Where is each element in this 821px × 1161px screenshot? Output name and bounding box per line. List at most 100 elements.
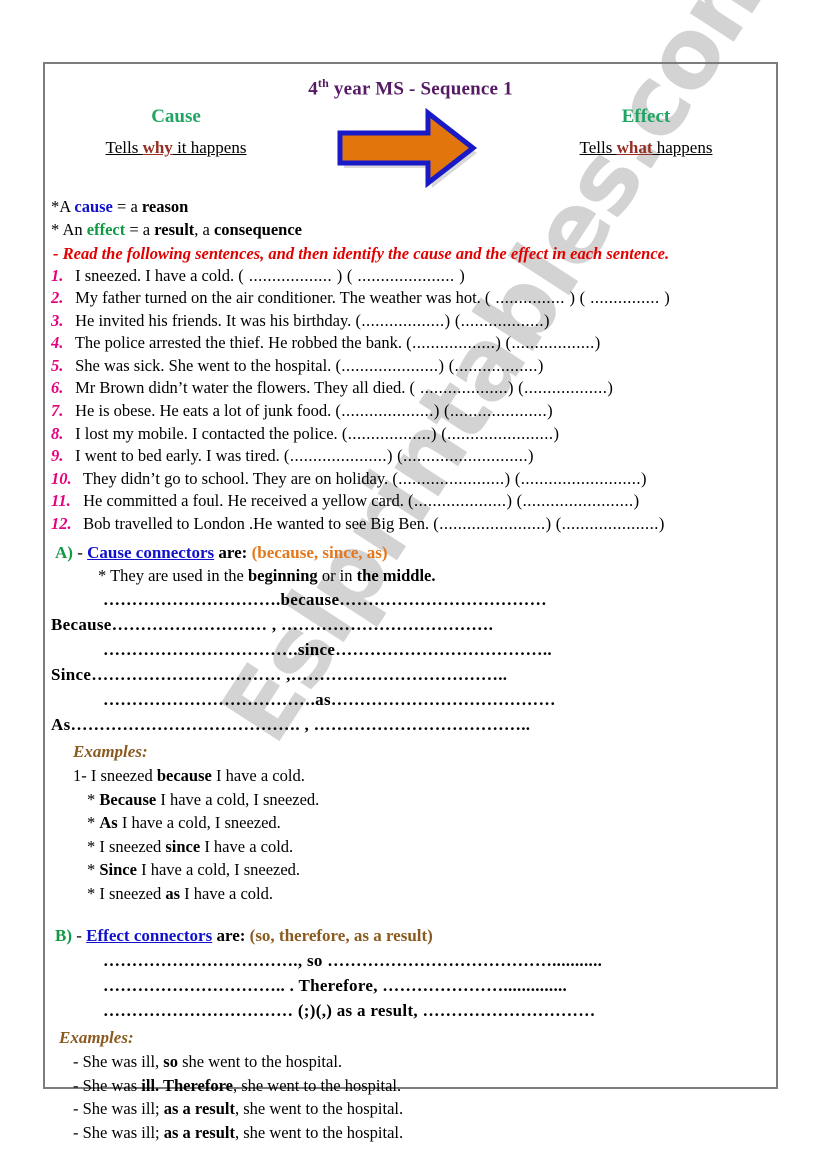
section-a-example: 1- I sneezed because I have a cold. [43, 764, 778, 788]
section-a-dash: - [72, 542, 88, 562]
section-a-usage: * They are used in the beginning or in t… [43, 565, 778, 588]
title-rest: year MS - Sequence 1 [328, 78, 513, 100]
section-a-blank-line[interactable]: Because……………………… , ………………………………. [43, 612, 778, 637]
section-b-blank-line[interactable]: …………………………… (;)(,) as a result, ……………………… [43, 998, 778, 1023]
example-connector: ill. Therefore [141, 1075, 233, 1095]
cause-heading: Cause [151, 106, 201, 128]
sentence-answer-blank-effect: (.....................) [555, 514, 665, 534]
example-pre: * [87, 789, 100, 809]
definition-effect-prefix: * An [51, 219, 87, 239]
example-connector: as [165, 883, 181, 903]
section-b-examples-label: Examples: [59, 1028, 134, 1048]
example-post: I have a cold. [180, 883, 274, 903]
example-post: , she went to the hospital. [234, 1122, 404, 1142]
sentence-answer-blank-cause: ( ...................) [409, 378, 514, 398]
example-post: she went to the hospital. [177, 1052, 343, 1072]
definition-effect-sep: , a [194, 219, 214, 239]
sentence-number: 4. [51, 333, 64, 353]
example-pre: - She was ill; [73, 1122, 164, 1142]
section-a-example: * As I have a cold, I sneezed. [43, 811, 778, 835]
effect-heading: Effect [621, 106, 671, 128]
cause-subtitle-pre: Tells [105, 138, 143, 158]
sentence-answer-blank-effect: (..................) [448, 355, 544, 375]
sentence-row: 1. I sneezed. I have a cold. ( .........… [43, 265, 778, 288]
section-a-example: * Because I have a cold, I sneezed. [43, 788, 778, 812]
effect-column: Effect Tells what happens [521, 104, 771, 161]
example-post: , she went to the hospital. [234, 1099, 404, 1119]
sentence-answer-blank-cause: (....................) [335, 401, 440, 421]
sentence-text: Mr Brown didn’t water the flowers. They … [71, 378, 406, 398]
sentence-text: He is obese. He eats a lot of junk food. [71, 401, 332, 421]
example-connector: as a result [163, 1122, 235, 1142]
definition-cause: *A cause = a reason [43, 196, 778, 219]
section-a-blank-line[interactable]: …………………………….since……………………………….. [43, 637, 778, 662]
sentence-text: The police arrested the thief. He robbed… [71, 333, 402, 353]
sentence-number: 1. [51, 265, 64, 285]
definition-cause-term: cause [74, 197, 113, 217]
sentence-text: My father turned on the air conditioner.… [71, 288, 481, 308]
example-post: I have a cold. [211, 766, 305, 786]
section-a-usage-mid: or in [317, 565, 357, 585]
sentence-row: 11. He committed a foul. He received a y… [43, 490, 778, 513]
example-connector: so [163, 1052, 178, 1072]
section-a-blank-line[interactable]: Since…………………………… ,……………………………….. [43, 662, 778, 687]
section-b-example: - She was ill. Therefore, she went to th… [43, 1074, 778, 1098]
definition-cause-value: reason [141, 197, 189, 217]
sentence-number: 5. [51, 355, 64, 375]
sentence-text: I went to bed early. I was tired. [71, 446, 280, 466]
sentence-text: I lost my mobile. I contacted the police… [71, 423, 338, 443]
example-post: , she went to the hospital. [232, 1075, 402, 1095]
section-b-example: - She was ill, so she went to the hospit… [43, 1050, 778, 1074]
section-a-examples-label: Examples: [73, 742, 148, 762]
sentence-row: 3. He invited his friends. It was his bi… [43, 310, 778, 333]
sentence-row: 9. I went to bed early. I was tired. (..… [43, 445, 778, 468]
sentence-answer-blank-effect: (..................) [505, 333, 601, 353]
section-a-title: Cause connectors [87, 542, 215, 562]
sentence-row: 2. My father turned on the air condition… [43, 287, 778, 310]
title-ordinal-suffix: th [317, 76, 329, 90]
section-b-letter: B) [55, 926, 72, 946]
sentence-row: 4. The police arrested the thief. He rob… [43, 332, 778, 355]
sentence-number: 11. [51, 491, 71, 511]
example-pre: - She was ill; [73, 1099, 164, 1119]
example-connector: As [99, 813, 118, 833]
page-title: 4th year MS - Sequence 1 [43, 62, 778, 100]
sentence-row: 5. She was sick. She went to the hospita… [43, 355, 778, 378]
definition-effect-term: effect [86, 219, 126, 239]
sentence-answer-blank-cause: (.......................) [392, 468, 511, 488]
sentence-answer-blank-effect: (.....................) [444, 401, 554, 421]
sentence-answer-blank-effect: (..................) [518, 378, 614, 398]
effect-subtitle: Tells what happens [521, 135, 771, 161]
section-b-example: - She was ill; as a result, she went to … [43, 1121, 778, 1145]
definition-effect-value2: consequence [213, 219, 302, 239]
example-connector: Since [99, 860, 137, 880]
sentence-number: 8. [51, 423, 64, 443]
section-a-blank-line[interactable]: ……………………………….as………………………………… [43, 687, 778, 712]
sentence-number: 10. [51, 468, 72, 488]
section-a-connectors: (because, since, as) [247, 542, 388, 562]
section-a-blank-lines: ………………………….because……………………………… Because………… [43, 587, 778, 737]
section-b-example: - She was ill; as a result, she went to … [43, 1097, 778, 1121]
section-a-blank-line[interactable]: As…………………………………. , ……………………………….. [43, 712, 778, 737]
example-post: I have a cold, I sneezed. [156, 789, 320, 809]
sentence-answer-blank-cause: (....................) [407, 491, 513, 511]
example-connector: because [156, 766, 212, 786]
example-pre: - She was [73, 1075, 142, 1095]
effect-subtitle-highlight: what [616, 138, 653, 158]
sentence-text: She was sick. She went to the hospital. [71, 355, 332, 375]
section-a-usage-pre: * They are used in the [98, 565, 248, 585]
sentence-row: 7. He is obese. He eats a lot of junk fo… [43, 400, 778, 423]
cause-subtitle: Tells why it happens [51, 135, 301, 161]
example-pre: - She was ill, [73, 1052, 164, 1072]
sentence-number: 9. [51, 446, 64, 466]
section-a-heading: A) - Cause connectors are: (because, sin… [43, 536, 778, 565]
worksheet-content: 4th year MS - Sequence 1 Cause Tells why… [43, 62, 778, 1144]
sentence-text: Bob travelled to London .He wanted to se… [79, 514, 430, 534]
sentence-answer-blank-effect: (...........................) [397, 446, 535, 466]
sentence-text: He invited his friends. It was his birth… [71, 310, 352, 330]
section-b-connectors: (so, therefore, as a result) [245, 926, 433, 946]
section-a-blank-line[interactable]: ………………………….because……………………………… [43, 587, 778, 612]
section-b-blank-line[interactable]: ……………………………., so …………………………………..........… [43, 948, 778, 973]
section-b-blank-line[interactable]: ………………………….. . Therefore, ………………….......… [43, 973, 778, 998]
cause-column: Cause Tells why it happens [51, 104, 301, 161]
